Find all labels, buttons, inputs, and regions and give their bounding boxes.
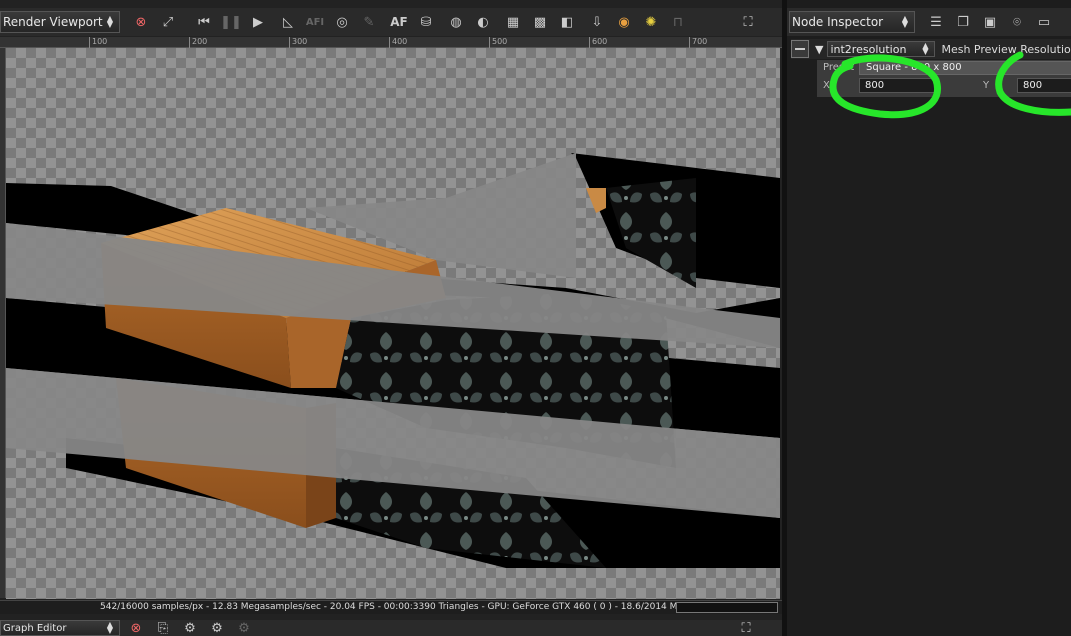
updown-arrow-icon: ▲ ▼ — [922, 41, 929, 56]
list-icon[interactable]: ☰ — [925, 11, 947, 33]
ruler-tick: 600 — [589, 37, 607, 48]
render-icon[interactable]: ◉ — [613, 11, 635, 33]
focus-icon[interactable]: ◎ — [331, 11, 353, 33]
ruler-icon[interactable]: ◺ — [277, 11, 299, 33]
gear-alt-icon[interactable]: ⚙ — [206, 620, 228, 636]
render-statistics: 542/16000 samples/px - 12.83 Megasamples… — [100, 601, 734, 614]
inspector-toolbar: Node Inspector ▲ ▼ ☰ ❐ ▣ ⌾ ▭ — [787, 8, 1071, 36]
ruler-tick: 100 — [89, 37, 107, 48]
inspector-view-select[interactable]: Node Inspector ▲ ▼ — [789, 11, 915, 33]
y-resolution-input[interactable]: 800 — [1017, 78, 1071, 93]
resolution-properties: Preset Square - 800 x 800 X 800 Y 800 — [817, 60, 1071, 97]
inspector-view-select-label: Node Inspector — [792, 15, 884, 29]
node-select[interactable]: int2resolution ▲ ▼ — [827, 41, 936, 57]
play-icon[interactable]: ▶ — [247, 11, 269, 33]
octane-render-app: Render Viewport ▲ ▼ ⊗ ⤢ ⏮ ❚❚ ▶ ◺ AFI ◎ ✎ … — [0, 0, 1071, 636]
viewport-toolbar: Render Viewport ▲ ▼ ⊗ ⤢ ⏮ ❚❚ ▶ ◺ AFI ◎ ✎ … — [0, 8, 782, 36]
render-status-bar: 542/16000 samples/px - 12.83 Megasamples… — [0, 600, 782, 614]
ruler-tick: 200 — [189, 37, 207, 48]
lock-icon[interactable]: ⊓ — [667, 11, 689, 33]
stack-icon[interactable]: ◧ — [556, 11, 578, 33]
preset-label: Preset — [823, 62, 855, 73]
preset-select[interactable]: Square - 800 x 800 — [859, 61, 1071, 75]
camera-icon[interactable]: ⌾ — [1006, 11, 1028, 33]
render-speed-text: 542/16000 samples/px - 12.83 Megasamples… — [100, 602, 425, 612]
sphere-icon[interactable]: ◍ — [445, 11, 467, 33]
clear-graph-icon[interactable]: ⊗ — [125, 620, 147, 636]
copy-icon[interactable]: ❐ — [952, 11, 974, 33]
graph-fullscreen-icon[interactable]: ⛶ — [735, 620, 757, 636]
ruler-tick: 400 — [389, 37, 407, 48]
light-icon[interactable]: ✺ — [640, 11, 662, 33]
rewind-icon[interactable]: ⏮ — [193, 11, 215, 33]
node-inspector-pane: Node Inspector ▲ ▼ ☰ ❐ ▣ ⌾ ▭ ▼ int2resolu… — [787, 0, 1071, 636]
sphere-alt-icon[interactable]: ◐ — [472, 11, 494, 33]
clear-icon[interactable]: ⊗ — [130, 11, 152, 33]
updown-arrow-icon: ▲ ▼ — [901, 14, 908, 29]
ruler-tick: 300 — [289, 37, 307, 48]
ruler-tick: 700 — [689, 37, 707, 48]
render-progress-bar — [676, 602, 778, 613]
panel-icon[interactable]: ▭ — [1033, 11, 1055, 33]
graph-editor-view-select-label: Graph Editor — [3, 622, 67, 634]
node-title: Mesh Preview Resolution — [941, 42, 1071, 56]
export-icon[interactable]: ⇩ — [586, 11, 608, 33]
x-resolution-input[interactable]: 800 — [859, 78, 939, 93]
graph-editor-toolbar: Graph Editor ▲ ▼ ⊗ ⎘ ⚙ ⚙ ⚙ ⛶ — [0, 620, 782, 636]
node-select-label: int2resolution — [830, 42, 907, 56]
viewport-view-select[interactable]: Render Viewport ▲ ▼ — [0, 11, 120, 33]
gear-icon[interactable]: ⚙ — [179, 620, 201, 636]
load-icon[interactable]: ⎘ — [152, 620, 174, 636]
updown-arrow-icon: ▲ ▼ — [106, 14, 113, 29]
ruler-tick: 500 — [489, 37, 507, 48]
expand-triangle-icon[interactable]: ▼ — [815, 43, 823, 56]
image-icon[interactable]: ▣ — [979, 11, 1001, 33]
pause-icon[interactable]: ❚❚ — [220, 11, 242, 33]
collapse-icon[interactable] — [791, 40, 809, 58]
node-header: ▼ int2resolution ▲ ▼ Mesh Preview Resolut… — [791, 39, 1071, 59]
settings-icon[interactable]: ⚙ — [233, 620, 255, 636]
render-canvas[interactable] — [6, 48, 780, 599]
render-viewport-pane: Render Viewport ▲ ▼ ⊗ ⤢ ⏮ ❚❚ ▶ ◺ AFI ◎ ✎ … — [0, 0, 782, 636]
alpha-icon[interactable]: ▩ — [529, 11, 551, 33]
horizontal-ruler: 100 200 300 400 500 600 700 — [0, 37, 782, 48]
x-label: X — [823, 80, 830, 91]
render-image — [6, 153, 780, 568]
viewport-view-select-label: Render Viewport — [3, 15, 103, 29]
checker-icon[interactable]: ▦ — [502, 11, 524, 33]
autofocus-button[interactable]: AF — [388, 11, 410, 33]
updown-arrow-icon: ▲ ▼ — [106, 620, 113, 635]
af-icon[interactable]: AFI — [304, 11, 326, 33]
pick-icon[interactable]: ✎ — [358, 11, 380, 33]
fullscreen-icon[interactable]: ⛶ — [737, 11, 759, 33]
y-label: Y — [983, 80, 990, 91]
graph-editor-view-select[interactable]: Graph Editor ▲ ▼ — [0, 620, 120, 636]
material-icon[interactable]: ⛁ — [415, 11, 437, 33]
fit-icon[interactable]: ⤢ — [157, 11, 179, 33]
